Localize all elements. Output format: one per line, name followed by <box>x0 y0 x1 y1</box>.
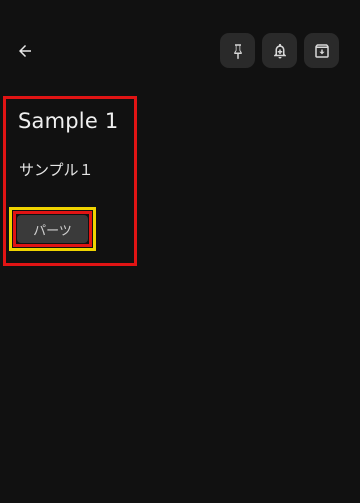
pin-icon <box>233 43 242 59</box>
archive-button[interactable] <box>304 33 339 68</box>
bell-plus-icon <box>273 43 286 58</box>
reminder-button[interactable] <box>262 33 297 68</box>
label-chip-parts[interactable]: パーツ <box>17 215 88 243</box>
note-body[interactable]: サンプル１ <box>19 159 94 180</box>
archive-icon <box>314 43 329 58</box>
arrow-left-icon <box>19 45 31 57</box>
back-button[interactable] <box>12 38 38 64</box>
pin-button[interactable] <box>220 33 255 68</box>
note-editor-screen: Sample 1 サンプル１ パーツ <box>0 0 360 503</box>
note-title[interactable]: Sample 1 <box>18 109 118 133</box>
